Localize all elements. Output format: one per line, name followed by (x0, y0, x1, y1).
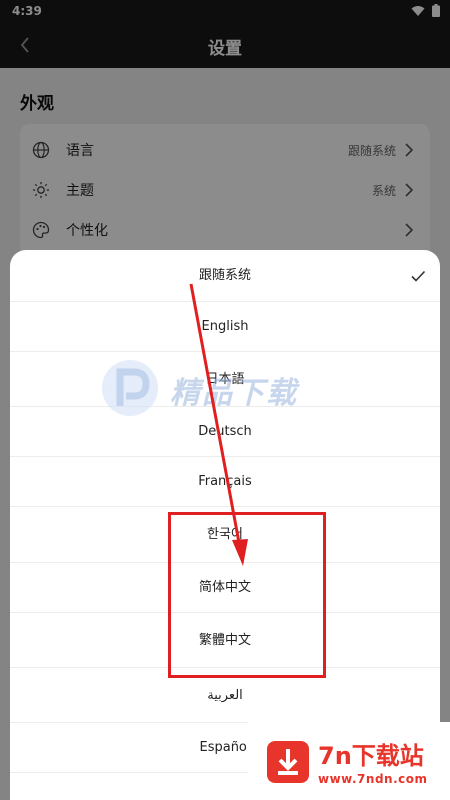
language-option[interactable]: English (10, 302, 440, 352)
language-option-label: English (201, 319, 249, 334)
language-option[interactable]: Français (10, 457, 440, 507)
watermark-logo-icon (102, 360, 158, 416)
brand-name: 7n下载站 (318, 742, 424, 770)
language-option-label: Deutsch (198, 424, 252, 439)
check-icon (411, 270, 426, 282)
language-option-label: 跟随系统 (198, 268, 251, 283)
annotation-highlight-box (168, 512, 326, 678)
download-icon (267, 741, 309, 783)
watermark-text: 精品下载 (170, 376, 298, 411)
site-brand-badge: 7n下载站 www.7ndn.com (248, 722, 450, 800)
brand-url: www.7ndn.com (318, 772, 428, 786)
watermark: 精品下载 (100, 358, 350, 418)
language-option-label: Français (198, 474, 252, 489)
language-option-label: Español (199, 740, 251, 755)
language-option-label: العربية (207, 688, 243, 703)
language-option[interactable]: 跟随系统 (10, 250, 440, 302)
